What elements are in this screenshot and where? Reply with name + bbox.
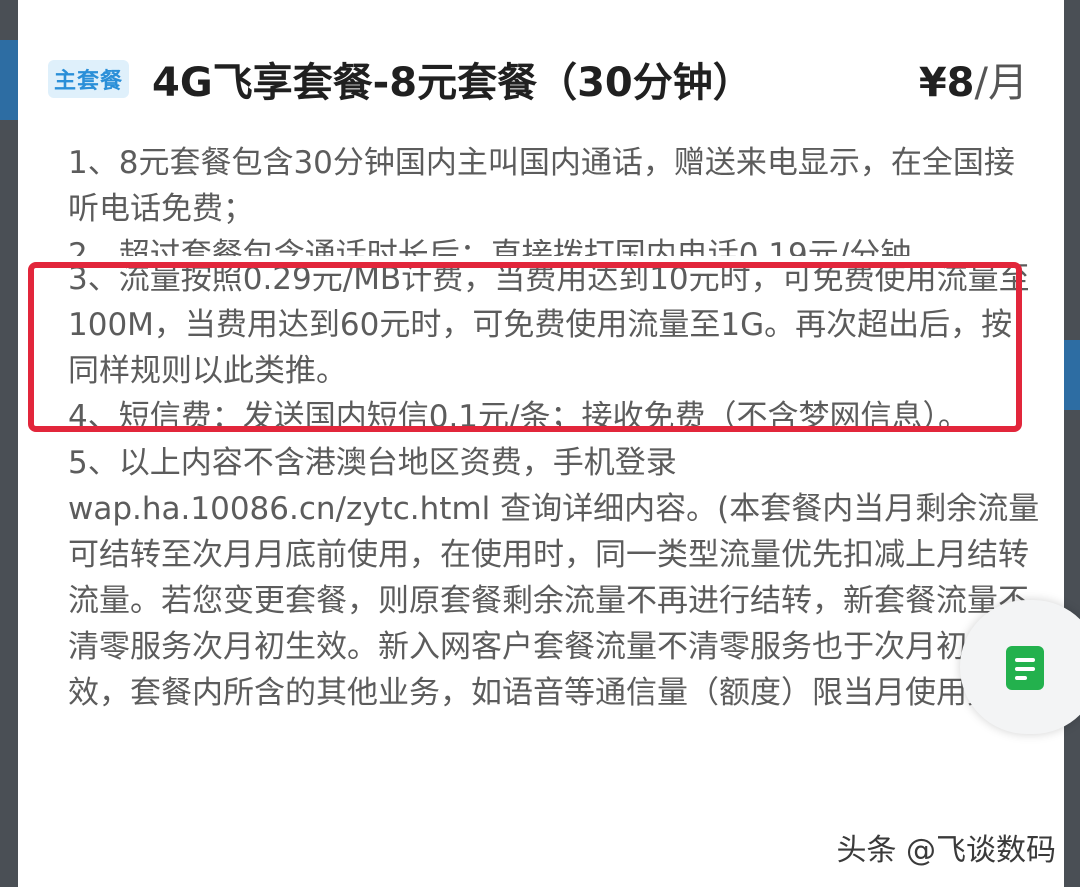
main-package-badge: 主套餐 <box>48 60 130 98</box>
term-4: 4、短信费：发送国内短信0.1元/条；接收免费（不含梦网信息）。 <box>68 399 969 435</box>
price-unit: /月 <box>974 60 1028 106</box>
watermark: 头条 @飞谈数码 <box>836 833 1056 868</box>
package-detail-card: 主套餐 4G飞享套餐-8元套餐（30分钟） ¥8/月 1、8元套餐包含30分钟国… <box>18 0 1064 887</box>
term-5: 5、以上内容不含港澳台地区资费，手机登录wap.ha.10086.cn/zytc… <box>68 445 1042 711</box>
package-header: 主套餐 4G飞享套餐-8元套餐（30分钟） ¥8/月 <box>48 46 1028 116</box>
package-title: 4G飞享套餐-8元套餐（30分钟） <box>152 60 753 106</box>
term-3-highlighted: 3、流量按照0.29元/MB计费，当费用达到10元时，可免费使用流量至100M，… <box>68 256 1043 394</box>
term-2: 2、超过套餐包含通话时长后：直接拨打国内电话0.19元/分钟。 <box>68 237 943 256</box>
package-price: ¥8/月 <box>919 50 1028 108</box>
package-terms: 1、8元套餐包含30分钟国内主叫国内通话，赠送来电显示，在全国接听电话免费； 2… <box>68 140 1043 716</box>
document-icon <box>1006 646 1044 690</box>
background-accent-right <box>1064 340 1080 410</box>
background-accent-left <box>0 40 18 120</box>
term-1: 1、8元套餐包含30分钟国内主叫国内通话，赠送来电显示，在全国接听电话免费； <box>68 145 1015 227</box>
price-amount: ¥8 <box>918 60 975 106</box>
